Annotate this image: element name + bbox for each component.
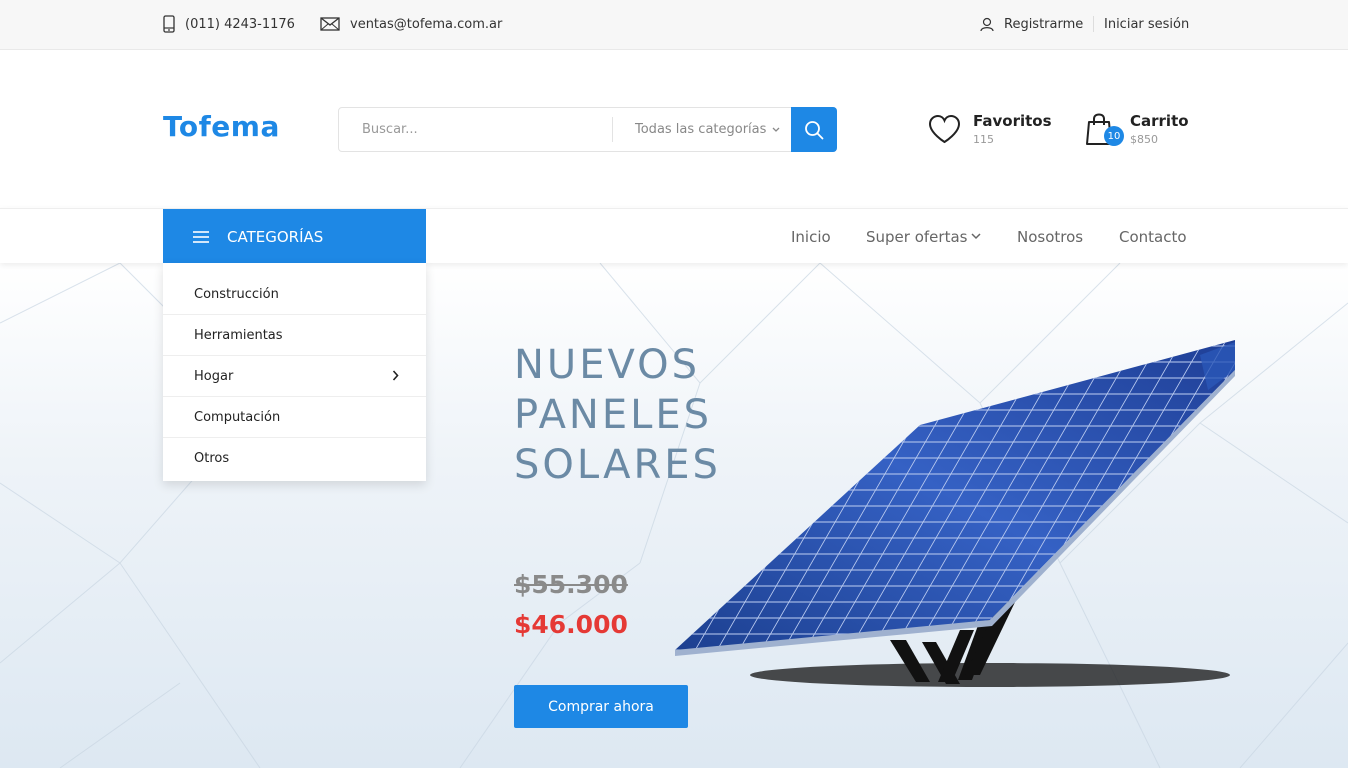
nav-nosotros[interactable]: Nosotros <box>1017 209 1083 264</box>
contact-phone[interactable]: (011) 4243-1176 <box>163 0 295 48</box>
nav-inicio[interactable]: Inicio <box>791 209 831 264</box>
user-icon <box>980 17 994 31</box>
cart-total: $850 <box>1130 133 1158 146</box>
favorites-count: 115 <box>973 133 994 146</box>
favorites-label: Favoritos <box>973 112 1052 130</box>
phone-icon <box>163 15 175 33</box>
favorites-link[interactable]: Favoritos 115 <box>928 112 1052 146</box>
main-nav: CATEGORÍAS Inicio Super ofertas Nosotros… <box>0 208 1348 264</box>
category-label: Hogar <box>194 368 234 384</box>
login-label: Iniciar sesión <box>1104 16 1190 32</box>
category-computacion[interactable]: Computación <box>163 397 426 438</box>
search-button[interactable] <box>791 107 837 152</box>
heart-icon <box>928 114 961 144</box>
contact-email[interactable]: ventas@tofema.com.ar <box>320 0 502 48</box>
category-hogar[interactable]: Hogar <box>163 356 426 397</box>
category-label: Otros <box>194 451 230 466</box>
category-label: Construcción <box>194 286 279 302</box>
chevron-down-icon <box>971 233 981 240</box>
topbar-divider <box>1093 16 1094 32</box>
category-select[interactable]: Todas las categorías <box>635 108 780 151</box>
solar-panel-image <box>675 340 1235 687</box>
search-input[interactable] <box>339 108 611 151</box>
search-icon <box>805 120 824 139</box>
cart-link[interactable]: 10 Carrito $850 <box>1086 112 1189 146</box>
category-otros[interactable]: Otros <box>163 438 426 479</box>
category-label: Computación <box>194 409 281 425</box>
register-link[interactable]: Registrarme <box>980 0 1083 48</box>
category-select-value: Todas las categorías <box>635 122 767 137</box>
search-divider <box>612 117 613 142</box>
mail-icon <box>320 17 340 31</box>
site-logo[interactable]: Tofema <box>163 110 280 143</box>
cart-badge: 10 <box>1104 126 1124 146</box>
category-construccion[interactable]: Construcción <box>163 274 426 315</box>
register-label: Registrarme <box>1004 16 1084 32</box>
email-address: ventas@tofema.com.ar <box>350 16 503 32</box>
phone-number: (011) 4243-1176 <box>185 16 295 32</box>
cart-label: Carrito <box>1130 112 1189 130</box>
chevron-right-icon <box>392 370 399 381</box>
login-link[interactable]: Iniciar sesión <box>1104 0 1189 48</box>
category-herramientas[interactable]: Herramientas <box>163 315 426 356</box>
nav-super-ofertas-label: Super ofertas <box>866 227 968 246</box>
categories-button[interactable]: CATEGORÍAS <box>163 209 426 264</box>
top-bar: (011) 4243-1176 ventas@tofema.com.ar Reg… <box>0 0 1348 50</box>
chevron-down-icon <box>772 127 780 132</box>
category-label: Herramientas <box>194 327 283 343</box>
nav-super-ofertas[interactable]: Super ofertas <box>866 209 981 264</box>
nav-contacto[interactable]: Contacto <box>1119 209 1187 264</box>
categories-dropdown: Construcción Herramientas Hogar Computac… <box>163 263 426 481</box>
search-bar: Todas las categorías <box>338 107 837 152</box>
menu-icon <box>193 230 209 243</box>
old-price: $55.300 <box>514 570 628 599</box>
sale-price: $46.000 <box>514 610 628 639</box>
categories-button-label: CATEGORÍAS <box>227 227 324 246</box>
